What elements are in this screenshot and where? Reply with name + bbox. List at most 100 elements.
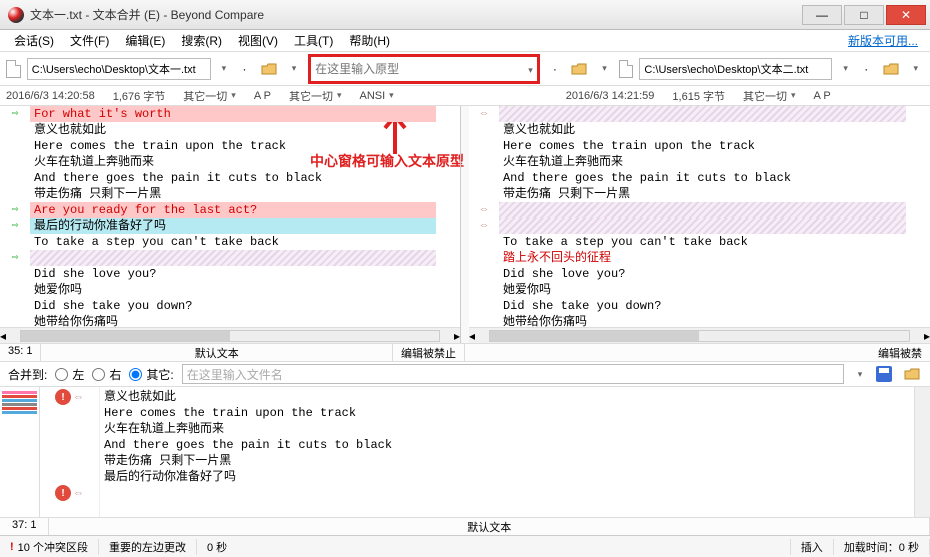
line-gutter[interactable] — [0, 154, 30, 170]
line-gutter[interactable]: ⇔ — [469, 106, 499, 122]
line-gutter[interactable] — [0, 170, 30, 186]
center-history-button[interactable]: · — [546, 59, 564, 79]
line-gutter[interactable] — [469, 314, 499, 327]
text-line[interactable]: And there goes the pain it cuts to black — [469, 170, 930, 186]
merge-line[interactable]: 火车在轨道上奔驰而来 — [104, 421, 910, 437]
text-line[interactable]: ⇔ — [469, 218, 930, 234]
line-gutter[interactable] — [0, 266, 30, 282]
line-gutter[interactable] — [469, 298, 499, 314]
line-gutter[interactable] — [469, 234, 499, 250]
text-line[interactable]: Did she love you? — [469, 266, 930, 282]
text-line[interactable]: 意义也就如此 — [0, 122, 460, 138]
center-prototype-combo[interactable] — [308, 54, 540, 84]
left-path-input[interactable]: C:\Users\echo\Desktop\文本一.txt — [27, 58, 211, 80]
merge-line[interactable]: 最后的行动你准备好了吗 — [104, 469, 910, 485]
merge-radio-left[interactable]: 左 — [55, 366, 84, 383]
text-line[interactable]: 火车在轨道上奔驰而来 — [0, 154, 460, 170]
line-gutter[interactable] — [469, 282, 499, 298]
line-gutter[interactable] — [469, 186, 499, 202]
right-ap[interactable]: A P — [808, 90, 837, 102]
text-line[interactable]: 踏上永不回头的征程 — [469, 250, 930, 266]
line-gutter[interactable] — [469, 138, 499, 154]
line-gutter[interactable] — [0, 138, 30, 154]
maximize-button[interactable]: □ — [844, 5, 884, 25]
text-line[interactable]: Here comes the train upon the track — [0, 138, 460, 154]
menu-session[interactable]: 会话(S) — [6, 30, 62, 51]
merge-line[interactable]: And there goes the pain it cuts to black — [104, 437, 910, 453]
left-filter-dropdown[interactable]: 其它一切 — [177, 88, 242, 104]
line-gutter[interactable] — [469, 250, 499, 266]
merge-vscrollbar[interactable] — [914, 387, 930, 517]
text-line[interactable]: Did she love you? — [0, 266, 460, 282]
merge-line[interactable]: 意义也就如此 — [104, 389, 910, 405]
menu-view[interactable]: 视图(V) — [230, 30, 286, 51]
left-ap[interactable]: A P — [248, 90, 277, 102]
text-line[interactable]: To take a step you can't take back — [469, 234, 930, 250]
right-text-area[interactable]: ⇔ 意义也就如此Here comes the train upon the tr… — [469, 106, 930, 327]
right-browse-dropdown-icon[interactable] — [906, 59, 924, 79]
center-prototype-dropdown-icon[interactable] — [526, 62, 533, 76]
right-hscrollbar[interactable]: ◂▸ — [469, 327, 930, 343]
menu-file[interactable]: 文件(F) — [62, 30, 117, 51]
menu-tools[interactable]: 工具(T) — [286, 30, 341, 51]
line-gutter[interactable]: ⇨ — [0, 250, 30, 266]
text-line[interactable]: ⇨ — [0, 250, 460, 266]
merge-line[interactable]: Here comes the train upon the track — [104, 405, 910, 421]
line-gutter[interactable]: ⇨ — [0, 106, 30, 122]
text-line[interactable]: Did she take you down? — [469, 298, 930, 314]
left-text-area[interactable]: ⇨For what it's worth意义也就如此Here comes the… — [0, 106, 460, 327]
center-nav-strip[interactable] — [461, 106, 469, 343]
center-browse-button[interactable] — [570, 59, 588, 79]
text-line[interactable]: And there goes the pain it cuts to black — [0, 170, 460, 186]
left-encoding1-dropdown[interactable]: 其它一切 — [283, 88, 348, 104]
merge-filename-input[interactable]: 在这里输入文件名 — [182, 364, 844, 384]
merge-line[interactable]: 带走伤痛 只剩下一片黑 — [104, 453, 910, 469]
merge-browse-button[interactable] — [902, 364, 922, 384]
text-line[interactable]: 她爱你吗 — [469, 282, 930, 298]
right-history-button[interactable]: · — [857, 59, 875, 79]
text-line[interactable]: 意义也就如此 — [469, 122, 930, 138]
merge-gutter[interactable]: !⇔ !⇔ — [40, 387, 100, 517]
right-filter-dropdown[interactable]: 其它一切 — [737, 88, 802, 104]
text-line[interactable]: To take a step you can't take back — [0, 234, 460, 250]
text-line[interactable]: 她爱你吗 — [0, 282, 460, 298]
text-line[interactable]: ⇔ — [469, 202, 930, 218]
left-hscrollbar[interactable]: ◂▸ — [0, 327, 460, 343]
center-prototype-input[interactable] — [315, 62, 526, 76]
text-line[interactable]: 带走伤痛 只剩下一片黑 — [469, 186, 930, 202]
text-line[interactable]: ⇨最后的行动你准备好了吗 — [0, 218, 460, 234]
text-line[interactable]: Here comes the train upon the track — [469, 138, 930, 154]
menu-edit[interactable]: 编辑(E) — [117, 30, 173, 51]
line-gutter[interactable] — [0, 122, 30, 138]
text-line[interactable]: 她带给你伤痛吗 — [0, 314, 460, 327]
left-path-dropdown-icon[interactable] — [217, 58, 230, 80]
text-line[interactable]: ⇨Are you ready for the last act? — [0, 202, 460, 218]
line-gutter[interactable]: ⇔ — [469, 218, 499, 234]
new-version-link[interactable]: 新版本可用... — [848, 32, 924, 49]
line-gutter[interactable] — [469, 266, 499, 282]
line-gutter[interactable] — [0, 282, 30, 298]
left-browse-dropdown-icon[interactable] — [284, 59, 302, 79]
right-path-input[interactable]: C:\Users\echo\Desktop\文本二.txt — [639, 58, 832, 80]
merge-save-button[interactable] — [874, 364, 894, 384]
text-line[interactable]: 带走伤痛 只剩下一片黑 — [0, 186, 460, 202]
line-gutter[interactable]: ⇨ — [0, 218, 30, 234]
text-line[interactable]: 火车在轨道上奔驰而来 — [469, 154, 930, 170]
right-browse-button[interactable] — [881, 59, 899, 79]
text-line[interactable]: 她带给你伤痛吗 — [469, 314, 930, 327]
minimap[interactable] — [0, 387, 40, 517]
right-path-dropdown-icon[interactable] — [838, 58, 851, 80]
minimize-button[interactable]: — — [802, 5, 842, 25]
merge-radio-right[interactable]: 右 — [92, 366, 121, 383]
line-gutter[interactable] — [469, 122, 499, 138]
menu-help[interactable]: 帮助(H) — [341, 30, 398, 51]
line-gutter[interactable] — [469, 170, 499, 186]
line-gutter[interactable] — [469, 154, 499, 170]
merge-radio-other[interactable]: 其它: — [129, 366, 173, 383]
menu-search[interactable]: 搜索(R) — [173, 30, 230, 51]
left-encoding2-dropdown[interactable]: ANSI — [353, 90, 399, 102]
merge-text-area[interactable]: 意义也就如此Here comes the train upon the trac… — [100, 387, 914, 517]
line-gutter[interactable] — [0, 314, 30, 327]
close-button[interactable]: ✕ — [886, 5, 926, 25]
line-gutter[interactable] — [0, 234, 30, 250]
